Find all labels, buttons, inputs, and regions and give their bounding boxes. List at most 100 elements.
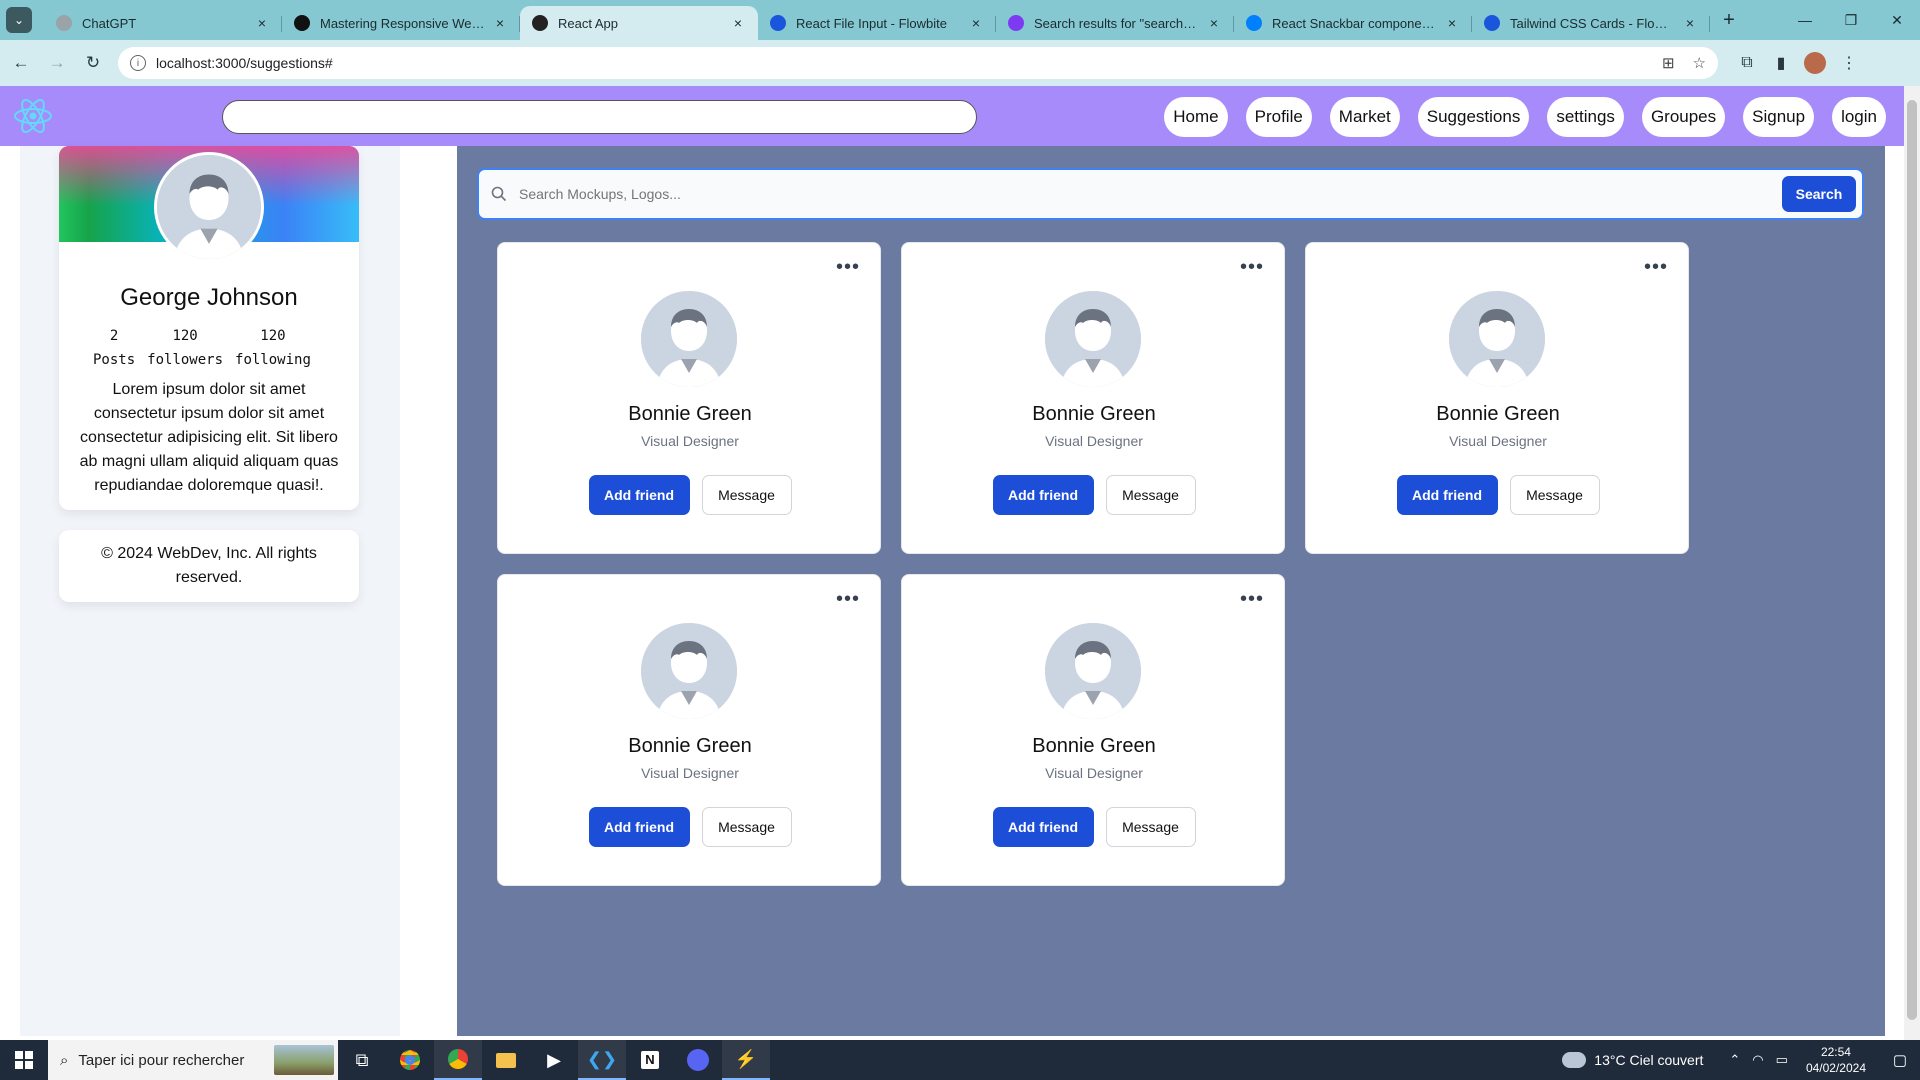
nav-link-home[interactable]: Home [1164, 97, 1228, 137]
browser-tab[interactable]: React Snackbar component - M × [1234, 6, 1472, 40]
tab-title: Tailwind CSS Cards - Flowbite [1510, 15, 1676, 31]
suggestion-avatar[interactable] [1449, 291, 1545, 387]
tab-search-menu-icon[interactable]: ⌄ [6, 7, 32, 33]
default-user-icon [641, 291, 737, 387]
tab-close-icon[interactable]: × [1206, 15, 1222, 31]
notification-icon[interactable]: ▢ [1880, 1040, 1920, 1080]
nav-link-groupes[interactable]: Groupes [1641, 97, 1726, 137]
battery-icon[interactable]: ▭ [1776, 1052, 1788, 1068]
tab-favicon-icon [770, 15, 786, 31]
forward-arrow-icon[interactable]: → [42, 48, 72, 78]
new-tab-button[interactable]: + [1714, 5, 1744, 35]
minimize-icon[interactable]: — [1782, 0, 1828, 40]
nav-link-login[interactable]: login [1832, 97, 1886, 137]
profile-avatar-icon[interactable] [1804, 52, 1826, 74]
taskbar-search-icon: ⌕ [60, 1051, 69, 1069]
tab-close-icon[interactable]: × [730, 15, 746, 31]
scrollbar-thumb[interactable] [1907, 100, 1917, 1020]
message-button[interactable]: Message [1509, 475, 1600, 515]
tab-close-icon[interactable]: × [254, 15, 270, 31]
add-friend-button[interactable]: Add friend [588, 807, 690, 847]
tab-favicon-icon [1008, 15, 1024, 31]
suggestion-avatar[interactable] [1045, 623, 1141, 719]
message-button[interactable]: Message [1105, 807, 1196, 847]
navbar-search-input[interactable] [222, 100, 977, 134]
back-arrow-icon[interactable]: ← [6, 48, 36, 78]
side-panel-icon[interactable]: ▮ [1764, 53, 1798, 73]
taskbar-search[interactable]: ⌕ Taper ici pour rechercher [48, 1040, 338, 1080]
reload-icon[interactable]: ↻ [78, 48, 108, 78]
close-window-icon[interactable]: ✕ [1874, 0, 1920, 40]
message-button[interactable]: Message [1105, 475, 1196, 515]
search-button[interactable]: Search [1782, 176, 1856, 212]
tab-title: React Snackbar component - M [1272, 15, 1438, 31]
profile-stat[interactable]: 120 followers [147, 324, 223, 372]
kebab-menu-icon[interactable]: ⋮ [1832, 53, 1866, 73]
more-options-icon[interactable]: ••• [836, 257, 860, 277]
browser-tab[interactable]: Tailwind CSS Cards - Flowbite × [1472, 6, 1710, 40]
page-scrollbar[interactable] [1904, 86, 1920, 1040]
taskbar-clock[interactable]: 22:54 04/02/2024 [1806, 1044, 1866, 1076]
suggestion-avatar[interactable] [641, 291, 737, 387]
suggestion-avatar[interactable] [1045, 291, 1141, 387]
default-user-icon [1449, 291, 1545, 387]
message-button[interactable]: Message [701, 475, 792, 515]
media-player-icon[interactable]: ▶ [530, 1040, 578, 1080]
nav-link-profile[interactable]: Profile [1245, 97, 1312, 137]
nav-link-market[interactable]: Market [1329, 97, 1400, 137]
nav-link-settings[interactable]: settings [1547, 97, 1624, 137]
windows-start-icon[interactable] [0, 1040, 48, 1080]
add-friend-button[interactable]: Add friend [992, 807, 1094, 847]
weather-widget[interactable]: 13°C Ciel couvert [1562, 1052, 1703, 1068]
react-logo-icon[interactable] [13, 96, 53, 136]
suggestions-search-input[interactable] [519, 174, 1782, 214]
add-friend-button[interactable]: Add friend [588, 475, 690, 515]
browser-tab[interactable]: ChatGPT × [44, 6, 282, 40]
restore-icon[interactable]: ❐ [1828, 0, 1874, 40]
address-bar[interactable]: i localhost:3000/suggestions# ⊞ ☆ [118, 47, 1718, 79]
tab-close-icon[interactable]: × [1682, 15, 1698, 31]
translate-icon[interactable]: ⊞ [1662, 54, 1675, 72]
nav-link-suggestions[interactable]: Suggestions [1417, 97, 1530, 137]
discord-icon[interactable] [674, 1040, 722, 1080]
tab-close-icon[interactable]: × [968, 15, 984, 31]
tab-favicon-icon [56, 15, 72, 31]
chrome-profile-icon[interactable] [434, 1040, 482, 1080]
notion-icon[interactable]: N [626, 1040, 674, 1080]
wifi-icon[interactable]: ◠ [1752, 1052, 1763, 1068]
profile-stat[interactable]: 120 following [235, 324, 311, 372]
file-explorer-icon[interactable] [482, 1040, 530, 1080]
tab-favicon-icon [1246, 15, 1262, 31]
chevron-up-icon[interactable]: ⌃ [1729, 1052, 1740, 1068]
message-button[interactable]: Message [701, 807, 792, 847]
more-options-icon[interactable]: ••• [1240, 589, 1264, 609]
stat-value: 120 [260, 328, 286, 344]
vscode-icon[interactable]: ❮❯ [578, 1040, 626, 1080]
suggestion-avatar[interactable] [641, 623, 737, 719]
browser-tab[interactable]: React File Input - Flowbite × [758, 6, 996, 40]
site-info-icon[interactable]: i [130, 55, 146, 71]
chrome-icon[interactable] [386, 1040, 434, 1080]
browser-tabbar: ⌄ ChatGPT × Mastering Responsive Web De × Re… [0, 0, 1920, 40]
more-options-icon[interactable]: ••• [1644, 257, 1668, 277]
more-options-icon[interactable]: ••• [1240, 257, 1264, 277]
url-text[interactable]: localhost:3000/suggestions# [156, 55, 333, 71]
extensions-icon[interactable]: ⧉ [1730, 54, 1764, 72]
profile-stat[interactable]: 2 Posts [93, 324, 135, 372]
suggestion-name: Bonnie Green [1032, 403, 1156, 425]
profile-avatar[interactable] [154, 152, 264, 262]
browser-tab[interactable]: React App × [520, 6, 758, 40]
browser-tab[interactable]: Mastering Responsive Web De × [282, 6, 520, 40]
tab-close-icon[interactable]: × [492, 15, 508, 31]
bookmark-star-icon[interactable]: ☆ [1693, 54, 1706, 72]
tab-close-icon[interactable]: × [1444, 15, 1460, 31]
app-icon[interactable]: ⚡ [722, 1040, 770, 1080]
browser-tab[interactable]: Search results for "search": UI E × [996, 6, 1234, 40]
stat-label: Posts [93, 352, 136, 368]
task-view-icon[interactable]: ⧉ [338, 1040, 386, 1080]
nav-link-signup[interactable]: Signup [1743, 97, 1815, 137]
add-friend-button[interactable]: Add friend [1396, 475, 1498, 515]
add-friend-button[interactable]: Add friend [992, 475, 1094, 515]
more-options-icon[interactable]: ••• [836, 589, 860, 609]
tab-favicon-icon [1484, 15, 1500, 31]
